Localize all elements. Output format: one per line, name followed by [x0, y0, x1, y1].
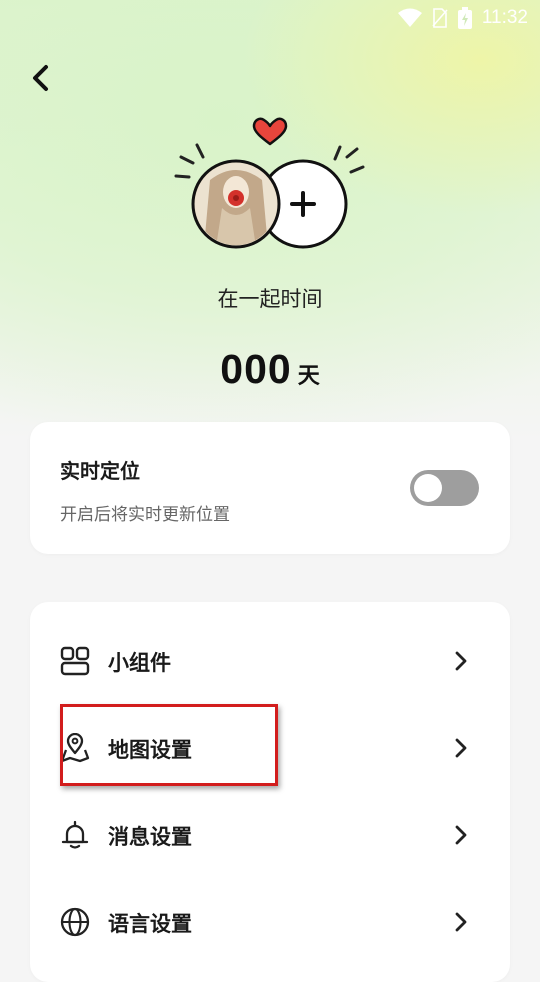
sparkle-left-icon: [174, 143, 205, 179]
menu-item-label: 消息设置: [108, 825, 192, 849]
couple-avatars: [174, 117, 365, 249]
chevron-right-icon: [455, 738, 467, 758]
days-value: 000: [220, 346, 292, 392]
days-counter: 000 天: [0, 346, 540, 393]
menu-item-widget[interactable]: 小组件: [30, 618, 510, 704]
widget-icon: [60, 646, 90, 676]
chevron-right-icon: [455, 912, 467, 932]
sim-icon: [432, 8, 448, 28]
menu-item-label: 小组件: [108, 651, 171, 675]
chevron-left-icon[interactable]: [26, 62, 58, 94]
menu-item-language-settings[interactable]: 语言设置: [30, 879, 510, 965]
status-bar: 11:32: [0, 0, 540, 36]
location-title: 实时定位: [60, 459, 140, 483]
wifi-icon: [397, 8, 422, 27]
bell-icon: [61, 820, 89, 849]
location-subtitle: 开启后将实时更新位置: [60, 505, 230, 525]
menu-item-message-settings[interactable]: 消息设置: [30, 792, 510, 878]
globe-icon: [60, 907, 90, 937]
heart-icon: [252, 117, 288, 146]
menu-item-label: 语言设置: [108, 912, 192, 936]
chevron-right-icon: [455, 825, 467, 845]
settings-menu-card: 小组件 地图设置 消息设置 语言设置: [30, 602, 510, 982]
days-unit: 天: [297, 364, 320, 389]
location-toggle[interactable]: [410, 470, 479, 506]
toggle-knob: [414, 474, 442, 502]
sparkle-right-icon: [333, 145, 365, 174]
highlight-box: [60, 704, 278, 786]
status-time: 11:32: [481, 7, 528, 28]
chevron-right-icon: [455, 651, 467, 671]
location-card: 实时定位 开启后将实时更新位置: [30, 422, 510, 554]
together-time-title: 在一起时间: [217, 287, 323, 311]
battery-icon: [457, 7, 472, 29]
